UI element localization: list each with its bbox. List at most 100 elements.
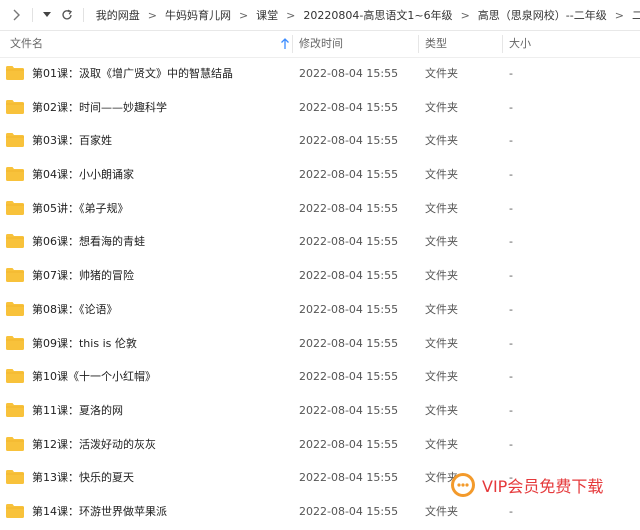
file-modified: 2022-08-04 15:55 [299, 100, 399, 114]
file-name[interactable]: 第07课：帅猪的冒险 [32, 259, 134, 293]
navigation-bar: 我的网盘 > 牛妈妈育儿网 > 课堂 >20220804-高思语文1~6年级 > 高思（思泉网… [0, 0, 640, 31]
folder-icon [6, 335, 24, 350]
file-row[interactable]: 第07课：帅猪的冒险 2022-08-04 15:55 文件夹 - [0, 259, 640, 293]
caret-down-icon [42, 12, 51, 17]
breadcrumb-item[interactable]: 课堂 [256, 7, 278, 23]
file-type: 文件夹 [425, 168, 458, 182]
breadcrumb-separator: > [614, 8, 624, 22]
file-row[interactable]: 第14课：环游世界做苹果派 2022-08-04 15:55 文件夹 - [0, 495, 640, 529]
file-row[interactable]: 第09课：this is 伦敦 2022-08-04 15:55 文件夹 - [0, 327, 640, 361]
file-row[interactable]: 第05讲：《弟子规》 2022-08-04 15:55 文件夹 - [0, 192, 640, 226]
file-name[interactable]: 第02课：时间——妙趣科学 [32, 91, 167, 125]
file-name[interactable]: 第10课《十一个小红帽》 [32, 360, 156, 394]
folder-icon [6, 99, 24, 114]
file-type: 文件夹 [425, 437, 458, 451]
folder-icon [6, 133, 24, 148]
file-modified: 2022-08-04 15:55 [299, 403, 399, 417]
file-modified: 2022-08-04 15:55 [299, 134, 399, 148]
file-size: - [509, 269, 513, 283]
folder-icon [6, 301, 24, 316]
breadcrumb-item[interactable]: 二年级上册语文 [632, 7, 640, 23]
file-name[interactable]: 第03课：百家姓 [32, 124, 112, 158]
refresh-icon [62, 9, 72, 20]
file-name[interactable]: 第01课：汲取《增广贤文》中的智慧结晶 [32, 57, 233, 91]
file-row[interactable]: 第02课：时间——妙趣科学 2022-08-04 15:55 文件夹 - [0, 91, 640, 125]
column-divider[interactable] [418, 35, 419, 53]
file-type: 文件夹 [425, 67, 458, 80]
file-size: - [509, 370, 513, 384]
file-name[interactable]: 第12课：活泼好动的灰灰 [32, 428, 156, 462]
breadcrumb-separator: > [238, 8, 249, 22]
folder-icon [6, 503, 24, 518]
file-list: 第01课：汲取《增广贤文》中的智慧结晶 2022-08-04 15:55 文件夹 - 第… [0, 57, 640, 529]
column-header: 文件名 修改时间 类型 大小 [0, 31, 640, 58]
folder-icon [6, 470, 24, 485]
file-name[interactable]: 第05讲：《弟子规》 [32, 192, 129, 226]
file-size: - [509, 471, 513, 485]
folder-icon [6, 167, 24, 182]
file-type: 文件夹 [425, 504, 458, 518]
file-row[interactable]: 第03课：百家姓 2022-08-04 15:55 文件夹 - [0, 124, 640, 158]
column-divider[interactable] [502, 35, 503, 53]
column-divider[interactable] [292, 35, 293, 53]
folder-icon [6, 268, 24, 283]
file-row[interactable]: 第11课：夏洛的网 2022-08-04 15:55 文件夹 - [0, 394, 640, 428]
breadcrumb-item[interactable]: 牛妈妈育儿网 [165, 7, 231, 23]
breadcrumb-item[interactable]: 高思（思泉网校）--二年级 [478, 7, 607, 23]
file-type: 文件夹 [425, 336, 458, 350]
breadcrumb-separator: > [286, 8, 296, 22]
file-modified: 2022-08-04 15:55 [299, 370, 399, 384]
forward-button[interactable] [8, 0, 24, 30]
file-name[interactable]: 第08课：《论语》 [32, 293, 118, 327]
file-name[interactable]: 第11课：夏洛的网 [32, 394, 123, 428]
nav-divider [31, 8, 33, 22]
file-type: 文件夹 [425, 370, 458, 384]
nav-divider [82, 8, 84, 22]
file-row[interactable]: 第13课：快乐的夏天 2022-08-04 15:55 文件夹 - [0, 461, 640, 495]
refresh-button[interactable] [59, 0, 75, 30]
breadcrumb: 我的网盘 > 牛妈妈育儿网 > 课堂 >20220804-高思语文1~6年级 > 高思（思泉网… [90, 7, 640, 23]
file-size: - [509, 67, 513, 80]
file-type: 文件夹 [425, 100, 458, 114]
folder-icon [6, 234, 24, 249]
file-type: 文件夹 [425, 269, 458, 283]
file-modified: 2022-08-04 15:55 [299, 471, 399, 485]
column-header-type[interactable]: 类型 [425, 31, 447, 57]
file-size: - [509, 403, 513, 417]
file-modified: 2022-08-04 15:55 [299, 67, 399, 80]
breadcrumb-item[interactable]: 我的网盘 [96, 7, 140, 23]
file-modified: 2022-08-04 15:55 [299, 168, 399, 182]
file-modified: 2022-08-04 15:55 [299, 201, 399, 215]
file-row[interactable]: 第08课：《论语》 2022-08-04 15:55 文件夹 - [0, 293, 640, 327]
chevron-right-icon [13, 9, 20, 21]
column-header-name[interactable]: 文件名 [10, 31, 43, 57]
file-type: 文件夹 [425, 235, 458, 249]
file-name[interactable]: 第06课：想看海的青蛙 [32, 225, 145, 259]
file-modified: 2022-08-04 15:55 [299, 235, 399, 249]
file-type: 文件夹 [425, 302, 458, 316]
file-type: 文件夹 [425, 403, 458, 417]
file-name[interactable]: 第04课：小小朗诵家 [32, 158, 134, 192]
column-header-size[interactable]: 大小 [509, 31, 531, 57]
file-type: 文件夹 [425, 201, 458, 215]
file-type: 文件夹 [425, 134, 458, 148]
column-header-modified[interactable]: 修改时间 [299, 31, 343, 57]
file-name[interactable]: 第13课：快乐的夏天 [32, 461, 134, 495]
file-row[interactable]: 第10课《十一个小红帽》 2022-08-04 15:55 文件夹 - [0, 360, 640, 394]
history-dropdown-button[interactable] [39, 0, 55, 30]
file-modified: 2022-08-04 15:55 [299, 437, 399, 451]
file-row[interactable]: 第04课：小小朗诵家 2022-08-04 15:55 文件夹 - [0, 158, 640, 192]
file-name[interactable]: 第09课：this is 伦敦 [32, 327, 137, 361]
file-modified: 2022-08-04 15:55 [299, 336, 399, 350]
arrow-up-icon[interactable] [280, 38, 290, 50]
file-row[interactable]: 第12课：活泼好动的灰灰 2022-08-04 15:55 文件夹 - [0, 428, 640, 462]
file-size: - [509, 168, 513, 182]
file-row[interactable]: 第01课：汲取《增广贤文》中的智慧结晶 2022-08-04 15:55 文件夹 - [0, 57, 640, 91]
file-row[interactable]: 第06课：想看海的青蛙 2022-08-04 15:55 文件夹 - [0, 225, 640, 259]
file-name[interactable]: 第14课：环游世界做苹果派 [32, 495, 167, 529]
folder-icon [6, 369, 24, 384]
breadcrumb-separator: > [147, 8, 157, 22]
file-size: - [509, 134, 513, 148]
breadcrumb-separator: > [460, 8, 470, 22]
breadcrumb-item[interactable]: 20220804-高思语文1~6年级 [303, 7, 452, 23]
